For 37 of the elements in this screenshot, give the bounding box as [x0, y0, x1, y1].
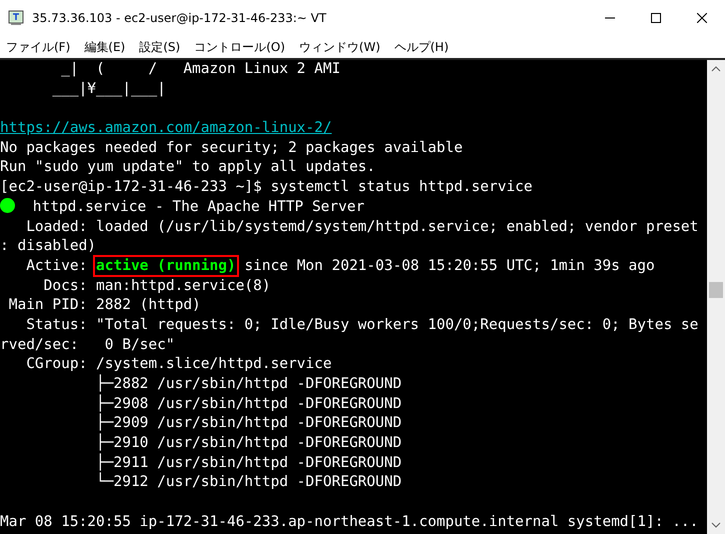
- terminal-link[interactable]: https://aws.amazon.com/amazon-linux-2/: [0, 120, 332, 136]
- terminal-line: ├─2909 /usr/sbin/httpd -DFOREGROUND: [95, 415, 402, 432]
- terminal-line: CGroup: /system.slice/httpd.service: [25, 356, 332, 372]
- terminal-line: httpd.service - The Apache HTTP Server: [32, 198, 364, 215]
- terminal-line: Mar 08 15:20:55 ip-172-31-46-233.ap-northeast-1.compute.internal systemd[1]: ...: [0, 514, 698, 530]
- menu-item[interactable]: ファイル(F): [6, 38, 70, 56]
- menu-item[interactable]: コントロール(O): [194, 38, 286, 56]
- terminal-text: since Mon 2021-03-08 15:20:55 UTC; 1min 39s ago: [243, 258, 655, 274]
- terminal-line: : disabled): [0, 238, 96, 254]
- active-status: active (running): [96, 258, 236, 274]
- terminal-line: ├─2908 /usr/sbin/httpd -DFOREGROUND: [95, 396, 402, 412]
- terminal-line: Loaded: loaded (/usr/lib/systemd/system/httpd.service; enabled; vendor preset: [25, 218, 698, 234]
- terminal-text: Active:: [25, 258, 88, 274]
- terminal-line: ___|¥___|___|: [51, 80, 166, 97]
- terminal-line: ├─2911 /usr/sbin/httpd -DFOREGROUND: [95, 454, 402, 471]
- scroll-up-icon[interactable]: [711, 66, 721, 72]
- terminal-line: ├─2910 /usr/sbin/httpd -DFOREGROUND: [95, 435, 402, 452]
- terminal-line: Status: "Total requests: 0; Idle/Busy workers 100/0;Requests/sec: 0; Bytes se: [25, 316, 698, 333]
- terminal-line: No packages needed for security; 2 packages available: [0, 140, 463, 156]
- terminal-line: rved/sec: 0 B/sec": [0, 336, 175, 353]
- scroll-down-icon[interactable]: [711, 522, 721, 528]
- terminal-app-icon: [8, 10, 24, 26]
- terminal-line: ├─2882 /usr/sbin/httpd -DFOREGROUND: [95, 376, 402, 392]
- terminal-line: Main PID: 2882 (httpd): [8, 297, 201, 314]
- terminal-line: └─2912 /usr/sbin/httpd -DFOREGROUND: [95, 474, 402, 490]
- terminal-line: Run "sudo yum update" to apply all updates.: [0, 159, 376, 176]
- terminal-line: [ec2-user@ip-172-31-46-233 ~]$ systemctl status httpd.service: [0, 179, 533, 196]
- menu-item[interactable]: 設定(S): [139, 38, 180, 56]
- menu-item[interactable]: 編集(E): [84, 38, 126, 56]
- menu-item[interactable]: ウィンドウ(W): [299, 38, 380, 56]
- terminal-line: Docs: man:httpd.service(8): [42, 278, 271, 294]
- menu-item[interactable]: ヘルプ(H): [394, 38, 449, 56]
- scrollbar-thumb[interactable]: [709, 282, 723, 298]
- terminal-line: _| ( / Amazon Linux 2 AMI: [60, 61, 340, 77]
- close-icon: [697, 13, 707, 23]
- window-title: 35.73.36.103 - ec2-user@ip-172-31-46-233:~ VT: [32, 11, 326, 25]
- maximize-icon: [651, 13, 661, 23]
